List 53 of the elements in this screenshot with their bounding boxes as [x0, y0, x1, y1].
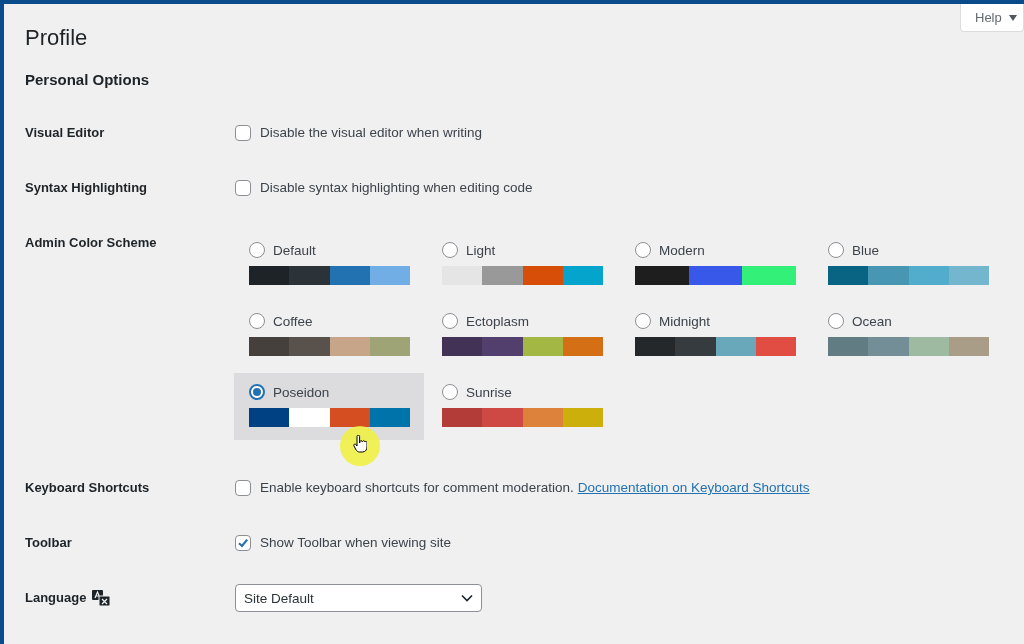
help-tab[interactable]: Help — [960, 4, 1024, 32]
scheme-name: Poseidon — [273, 384, 330, 400]
radio-button[interactable] — [249, 242, 265, 258]
scheme-name: Modern — [659, 242, 705, 258]
scheme-name: Coffee — [273, 313, 313, 329]
checkbox-label: Enable keyboard shortcuts for comment moderation. — [260, 478, 574, 497]
color-scheme-option[interactable]: Light — [427, 231, 617, 298]
radio-button[interactable] — [442, 242, 458, 258]
radio-button[interactable] — [828, 313, 844, 329]
caret-icon — [1008, 14, 1017, 21]
color-scheme-option[interactable]: Midnight — [620, 302, 810, 369]
documentation-link[interactable]: Documentation on Keyboard Shortcuts — [577, 480, 810, 495]
color-scheme-option[interactable]: Modern — [620, 231, 810, 298]
radio-button[interactable] — [442, 384, 458, 400]
field-label: Toolbar — [25, 533, 73, 552]
field-label: Keyboard Shortcuts — [25, 478, 151, 497]
radio-button[interactable] — [249, 313, 265, 329]
radio-button[interactable] — [442, 313, 458, 329]
checkbox-label: Disable the visual editor when writing — [260, 123, 483, 142]
section-title: Personal Options — [25, 70, 150, 90]
checkbox[interactable] — [235, 179, 251, 196]
scheme-name: Ectoplasm — [466, 313, 530, 329]
radio-button[interactable] — [635, 313, 651, 329]
checkbox-label: Disable syntax highlighting when editing code — [260, 178, 533, 197]
field-label: Language — [25, 589, 87, 607]
color-scheme-option[interactable]: Ectoplasm — [427, 302, 617, 369]
color-scheme-option[interactable]: Coffee — [234, 302, 424, 369]
checkbox-label: Show Toolbar when viewing site — [260, 533, 452, 552]
checkbox[interactable] — [235, 124, 251, 141]
color-scheme-option[interactable]: Default — [234, 231, 424, 298]
color-scheme-option[interactable]: Blue — [813, 231, 1003, 298]
field-label: Syntax Highlighting — [25, 178, 149, 197]
color-scheme-option[interactable]: Poseidon — [234, 373, 424, 440]
scheme-name: Midnight — [659, 313, 711, 329]
radio-button[interactable] — [249, 384, 265, 400]
language-select[interactable]: Site Default — [235, 584, 482, 612]
checkbox[interactable] — [235, 534, 251, 551]
scheme-name: Ocean — [852, 313, 892, 329]
checkbox[interactable] — [235, 479, 251, 496]
pointer-hand-icon — [353, 435, 367, 453]
scheme-name: Sunrise — [466, 384, 512, 400]
radio-button[interactable] — [828, 242, 844, 258]
radio-button[interactable] — [635, 242, 651, 258]
scheme-name: Blue — [852, 242, 880, 258]
scheme-name: Light — [466, 242, 496, 258]
color-scheme-option[interactable]: Sunrise — [427, 373, 617, 440]
chevron-icon — [461, 594, 473, 602]
color-scheme-option[interactable]: Ocean — [813, 302, 1003, 369]
page-title: Profile — [25, 24, 88, 52]
translate-icon — [92, 590, 111, 606]
field-label: Visual Editor — [25, 123, 106, 142]
field-label: Admin Color Scheme — [25, 234, 158, 252]
scheme-name: Default — [273, 242, 316, 258]
